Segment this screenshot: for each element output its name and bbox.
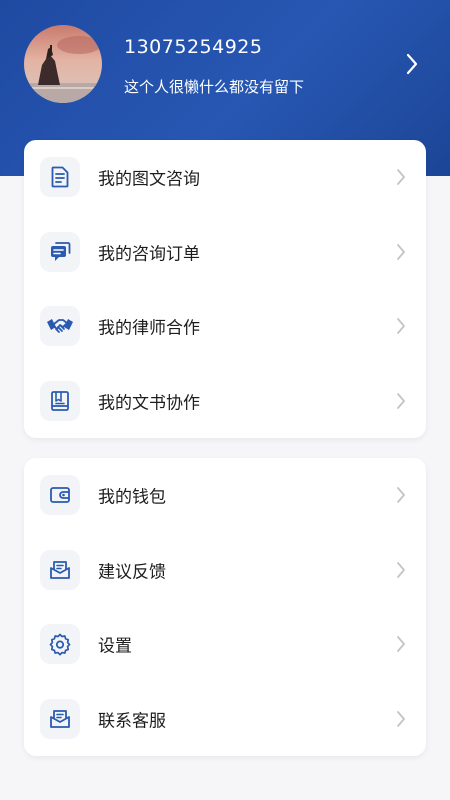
book-icon (40, 380, 80, 421)
chevron-right-icon (396, 561, 406, 583)
service-mail-icon (40, 698, 80, 739)
chevron-right-icon (396, 710, 406, 732)
chevron-right-icon (396, 317, 406, 339)
chat-bubble-icon (40, 231, 80, 272)
menu-item-document-collaboration[interactable]: 我的文书协作 (24, 364, 426, 439)
menu-item-label: 我的钱包 (98, 487, 166, 508)
gear-icon (40, 624, 80, 665)
menu-item-consultation-orders[interactable]: 我的咨询订单 (24, 215, 426, 290)
menu-item-label: 我的咨询订单 (98, 244, 200, 265)
menu-item-lawyer-cooperation[interactable]: 我的律师合作 (24, 289, 426, 364)
chevron-right-icon (396, 392, 406, 414)
menu-item-label: 建议反馈 (98, 562, 166, 583)
document-icon (40, 157, 80, 198)
menu-item-feedback[interactable]: 建议反馈 (24, 533, 426, 608)
user-signature: 这个人很懒什么都没有留下 (124, 78, 305, 96)
feedback-mail-icon (40, 549, 80, 590)
menu-item-image-text-consultation[interactable]: 我的图文咨询 (24, 140, 426, 215)
chevron-right-icon (396, 243, 406, 265)
account-card: 我的钱包 建议反馈 设置 联系客服 (24, 458, 426, 756)
chevron-right-icon (396, 635, 406, 657)
chevron-right-icon (396, 168, 406, 190)
wallet-icon (40, 475, 80, 516)
profile-summary[interactable]: 13075254925 这个人很懒什么都没有留下 (0, 0, 450, 130)
menu-item-label: 我的文书协作 (98, 393, 200, 414)
menu-item-label: 我的律师合作 (98, 318, 200, 339)
phone-number: 13075254925 (124, 36, 263, 58)
menu-item-label: 我的图文咨询 (98, 169, 200, 190)
menu-item-label: 设置 (98, 636, 132, 657)
menu-item-wallet[interactable]: 我的钱包 (24, 458, 426, 533)
services-card: 我的图文咨询 我的咨询订单 我的律师合作 我的文书协作 (24, 140, 426, 438)
menu-item-contact-service[interactable]: 联系客服 (24, 682, 426, 757)
handshake-icon (40, 306, 80, 347)
menu-item-label: 联系客服 (98, 711, 166, 732)
menu-item-settings[interactable]: 设置 (24, 607, 426, 682)
chevron-right-icon[interactable] (405, 53, 419, 79)
profile-screen: 13075254925 这个人很懒什么都没有留下 我的图文咨询 我的咨询订单 我… (0, 0, 450, 800)
avatar-photo-icon (24, 25, 102, 103)
chevron-right-icon (396, 486, 406, 508)
avatar[interactable] (24, 25, 102, 103)
